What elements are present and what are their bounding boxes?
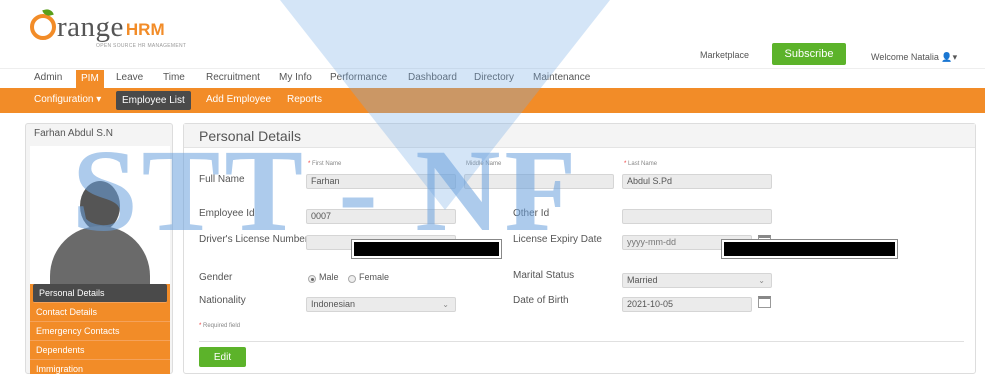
marital-status-value: Married [627,275,658,285]
gender-label: Gender [199,272,233,283]
nav-time[interactable]: Time [163,72,185,83]
gender-male-label: Male [319,272,339,282]
subscribe-button[interactable]: Subscribe [772,43,846,65]
other-id-field[interactable] [622,209,772,224]
divider [199,341,964,342]
logo-tagline: OPEN SOURCE HR MANAGEMENT [96,43,187,49]
nav-leave[interactable]: Leave [116,72,143,83]
gender-male-radio[interactable] [308,275,316,283]
welcome-text: Welcome Natalia [871,52,939,62]
marketplace-link[interactable]: Marketplace [700,50,749,60]
nationality-select[interactable]: Indonesian ⌄ [306,297,456,312]
side-menu: Personal Details Contact Details Emergen… [30,284,170,374]
user-icon: 👤▾ [941,52,958,62]
side-menu-immigration[interactable]: Immigration [30,360,170,374]
gender-female-label: Female [359,272,390,282]
redaction-bar [722,240,897,258]
nationality-value: Indonesian [311,299,356,309]
nav-admin[interactable]: Admin [34,72,62,83]
subnav-configuration[interactable]: Configuration ▾ [34,94,101,105]
watermark-text: STT - NF [72,125,581,256]
dob-label: Date of Birth [513,295,569,306]
nav-recruitment[interactable]: Recruitment [206,72,260,83]
logo-hrm: HRM [125,20,165,39]
orangehrm-logo[interactable]: range HRM [30,7,165,43]
nav-pim[interactable]: PIM [76,70,104,88]
page: range HRM OPEN SOURCE HR MANAGEMENT Mark… [0,0,985,374]
gender-female-radio[interactable] [348,275,356,283]
welcome-menu[interactable]: Welcome Natalia 👤▾ [871,52,957,63]
subnav-configuration-label: Configuration [34,94,94,105]
last-name-field[interactable]: Abdul S.Pd [622,174,772,189]
subnav-add-employee[interactable]: Add Employee [206,94,271,105]
edit-button[interactable]: Edit [199,347,246,367]
marital-status-select[interactable]: Married ⌄ [622,273,772,288]
logo-orange-icon [30,7,56,40]
logo-text: range [57,11,124,43]
side-menu-emergency-contacts[interactable]: Emergency Contacts [30,322,170,341]
nationality-label: Nationality [199,295,246,306]
chevron-down-icon: ⌄ [758,276,765,285]
marital-status-label: Marital Status [513,270,575,281]
subnav-employee-list[interactable]: Employee List [116,91,191,110]
chevron-down-icon: ⌄ [442,300,449,309]
dob-calendar-icon[interactable] [758,296,771,308]
side-menu-dependents[interactable]: Dependents [30,341,170,360]
required-note: * Required field [199,323,241,329]
last-name-label: * Last Name [624,161,658,167]
side-menu-personal-details[interactable]: Personal Details [33,284,167,303]
dob-field[interactable]: 2021-10-05 [622,297,752,312]
side-menu-contact-details[interactable]: Contact Details [30,303,170,322]
